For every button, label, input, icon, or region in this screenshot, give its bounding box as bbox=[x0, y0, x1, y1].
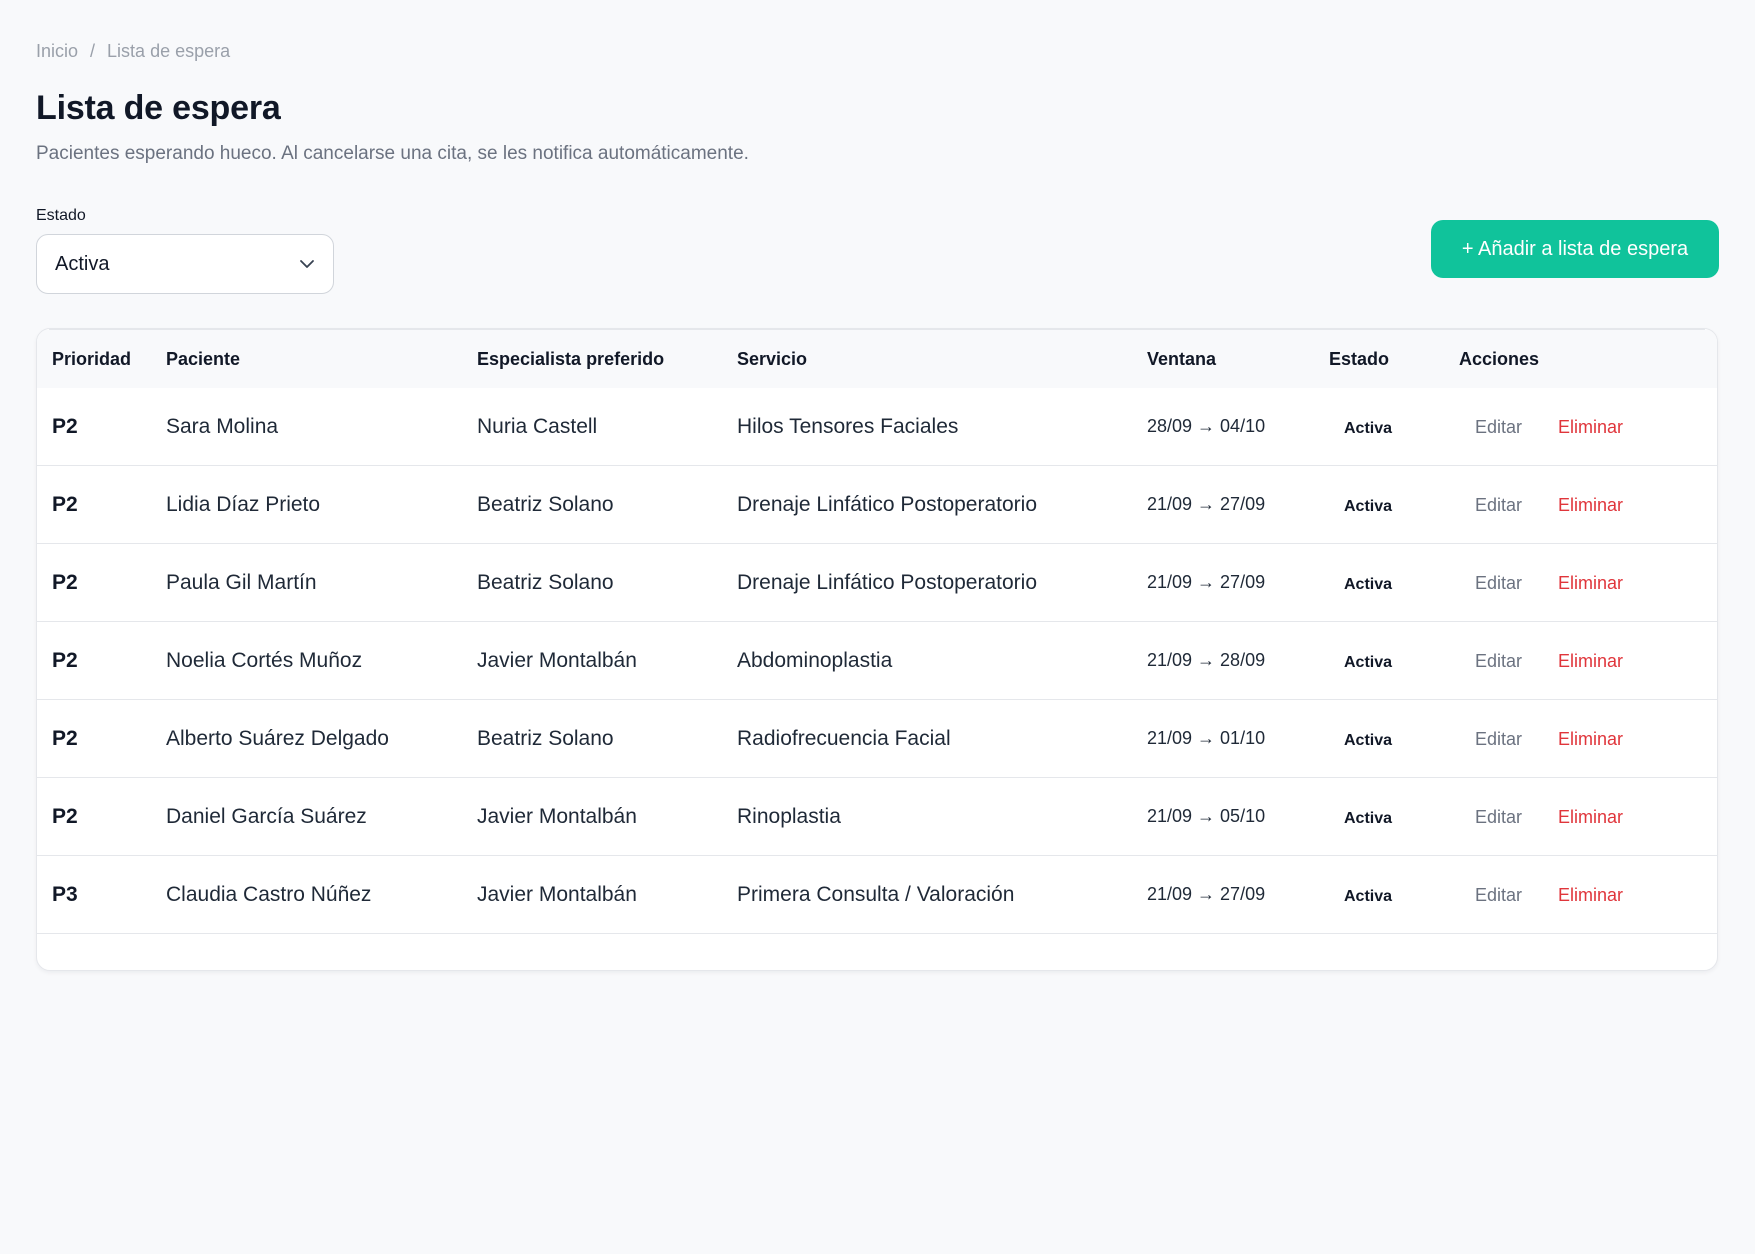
table-row: P3 Claudia Castro Núñez Javier Montalbán… bbox=[37, 855, 1717, 934]
actions-cell: Editar Eliminar bbox=[1444, 699, 1717, 778]
service-cell: Primera Consulta / Valoración bbox=[722, 855, 1132, 934]
delete-button[interactable]: Eliminar bbox=[1558, 729, 1623, 749]
column-header-specialist: Especialista preferido bbox=[477, 348, 665, 369]
priority-cell: P2 bbox=[37, 543, 151, 622]
window-cell: 21/09 → 01/10 bbox=[1132, 699, 1314, 778]
status-cell: Activa bbox=[1314, 621, 1444, 700]
specialist-cell: Beatriz Solano bbox=[462, 699, 722, 778]
patient-cell: Sara Molina bbox=[151, 388, 462, 466]
status-badge: Activa bbox=[1344, 419, 1393, 437]
priority-cell: P2 bbox=[37, 388, 151, 466]
service-cell: Drenaje Linfático Postoperatorio bbox=[722, 543, 1132, 622]
table-row: P2 Sara Molina Nuria Castell Hilos Tenso… bbox=[37, 388, 1717, 466]
table-row: P2 Alberto Suárez Delgado Beatriz Solano… bbox=[37, 699, 1717, 778]
status-badge: Activa bbox=[1344, 575, 1393, 593]
status-cell: Activa bbox=[1314, 699, 1444, 778]
column-header-service: Servicio bbox=[737, 348, 808, 369]
actions-cell: Editar Eliminar bbox=[1444, 621, 1717, 700]
specialist-cell: Beatriz Solano bbox=[462, 465, 722, 544]
patient-cell: Paula Gil Martín bbox=[151, 543, 462, 622]
status-badge: Activa bbox=[1344, 653, 1393, 671]
specialist-cell: Nuria Castell bbox=[462, 388, 722, 466]
actions-cell: Editar Eliminar bbox=[1444, 777, 1717, 856]
breadcrumb-current: Lista de espera bbox=[107, 40, 231, 61]
delete-button[interactable]: Eliminar bbox=[1558, 807, 1623, 827]
service-cell: Drenaje Linfático Postoperatorio bbox=[722, 465, 1132, 544]
window-cell: 21/09 → 27/09 bbox=[1132, 465, 1314, 544]
window-cell: 21/09 → 05/10 bbox=[1132, 777, 1314, 856]
page-subtitle: Pacientes esperando hueco. Al cancelarse… bbox=[36, 143, 749, 164]
patient-cell: Claudia Castro Núñez bbox=[151, 855, 462, 934]
service-cell: Radiofrecuencia Facial bbox=[722, 699, 1132, 778]
patient-cell: Noelia Cortés Muñoz bbox=[151, 621, 462, 700]
breadcrumb-home-link[interactable]: Inicio bbox=[36, 41, 78, 62]
breadcrumb-separator: / bbox=[90, 40, 96, 61]
specialist-cell: Javier Montalbán bbox=[462, 855, 722, 934]
table-header-row: Prioridad Paciente Especialista preferid… bbox=[37, 330, 1717, 388]
breadcrumb: Inicio / Lista de espera bbox=[36, 40, 1719, 62]
patient-cell: Alberto Suárez Delgado bbox=[151, 699, 462, 778]
service-cell: Rinoplastia bbox=[722, 777, 1132, 856]
delete-button[interactable]: Eliminar bbox=[1558, 573, 1623, 593]
window-cell: 28/09 → 04/10 bbox=[1132, 388, 1314, 466]
toolbar: Estado Activa + Añadir a lista de espera bbox=[36, 206, 1719, 314]
edit-button[interactable]: Editar bbox=[1475, 729, 1522, 749]
status-filter-value: Activa bbox=[55, 252, 110, 275]
patient-cell: Daniel García Suárez bbox=[151, 777, 462, 856]
column-header-window: Ventana bbox=[1147, 348, 1217, 369]
priority-cell: P3 bbox=[37, 855, 151, 934]
service-cell: Abdominoplastia bbox=[722, 621, 1132, 700]
window-cell: 21/09 → 28/09 bbox=[1132, 621, 1314, 700]
priority-cell: P2 bbox=[37, 621, 151, 700]
actions-cell: Editar Eliminar bbox=[1444, 543, 1717, 622]
status-badge: Activa bbox=[1344, 497, 1393, 515]
edit-button[interactable]: Editar bbox=[1475, 651, 1522, 671]
specialist-cell: Beatriz Solano bbox=[462, 543, 722, 622]
status-cell: Activa bbox=[1314, 855, 1444, 934]
delete-button[interactable]: Eliminar bbox=[1558, 885, 1623, 905]
specialist-cell: Javier Montalbán bbox=[462, 777, 722, 856]
status-cell: Activa bbox=[1314, 388, 1444, 466]
service-cell: Hilos Tensores Faciales bbox=[722, 388, 1132, 466]
waitlist-table-card: Prioridad Paciente Especialista preferid… bbox=[36, 328, 1718, 971]
status-badge: Activa bbox=[1344, 731, 1393, 749]
column-header-patient: Paciente bbox=[166, 348, 241, 369]
status-cell: Activa bbox=[1314, 777, 1444, 856]
status-badge: Activa bbox=[1344, 809, 1393, 827]
status-filter-select[interactable]: Activa bbox=[36, 234, 334, 294]
status-cell: Activa bbox=[1314, 465, 1444, 544]
actions-cell: Editar Eliminar bbox=[1444, 855, 1717, 934]
window-cell: 21/09 → 27/09 bbox=[1132, 543, 1314, 622]
status-badge: Activa bbox=[1344, 887, 1393, 905]
status-cell: Activa bbox=[1314, 543, 1444, 622]
priority-cell: P2 bbox=[37, 699, 151, 778]
edit-button[interactable]: Editar bbox=[1475, 573, 1522, 593]
table-row: P2 Lidia Díaz Prieto Beatriz Solano Dren… bbox=[37, 465, 1717, 544]
edit-button[interactable]: Editar bbox=[1475, 807, 1522, 827]
delete-button[interactable]: Eliminar bbox=[1558, 495, 1623, 515]
delete-button[interactable]: Eliminar bbox=[1558, 417, 1623, 437]
waitlist-page: Inicio / Lista de espera Lista de espera… bbox=[0, 0, 1755, 1254]
delete-button[interactable]: Eliminar bbox=[1558, 651, 1623, 671]
patient-cell: Lidia Díaz Prieto bbox=[151, 465, 462, 544]
actions-cell: Editar Eliminar bbox=[1444, 465, 1717, 544]
waitlist-table: Prioridad Paciente Especialista preferid… bbox=[37, 330, 1717, 934]
page-title: Lista de espera bbox=[36, 89, 281, 127]
table-row: P2 Daniel García Suárez Javier Montalbán… bbox=[37, 777, 1717, 856]
specialist-cell: Javier Montalbán bbox=[462, 621, 722, 700]
priority-cell: P2 bbox=[37, 777, 151, 856]
edit-button[interactable]: Editar bbox=[1475, 417, 1522, 437]
table-row: P2 Paula Gil Martín Beatriz Solano Drena… bbox=[37, 543, 1717, 622]
actions-cell: Editar Eliminar bbox=[1444, 388, 1717, 466]
edit-button[interactable]: Editar bbox=[1475, 495, 1522, 515]
priority-cell: P2 bbox=[37, 465, 151, 544]
column-header-priority: Prioridad bbox=[52, 348, 132, 369]
add-to-waitlist-button[interactable]: + Añadir a lista de espera bbox=[1431, 220, 1719, 278]
column-header-status: Estado bbox=[1329, 348, 1390, 369]
chevron-down-icon bbox=[299, 256, 315, 272]
table-row: P2 Noelia Cortés Muñoz Javier Montalbán … bbox=[37, 621, 1717, 700]
edit-button[interactable]: Editar bbox=[1475, 885, 1522, 905]
window-cell: 21/09 → 27/09 bbox=[1132, 855, 1314, 934]
column-header-actions: Acciones bbox=[1459, 348, 1540, 369]
